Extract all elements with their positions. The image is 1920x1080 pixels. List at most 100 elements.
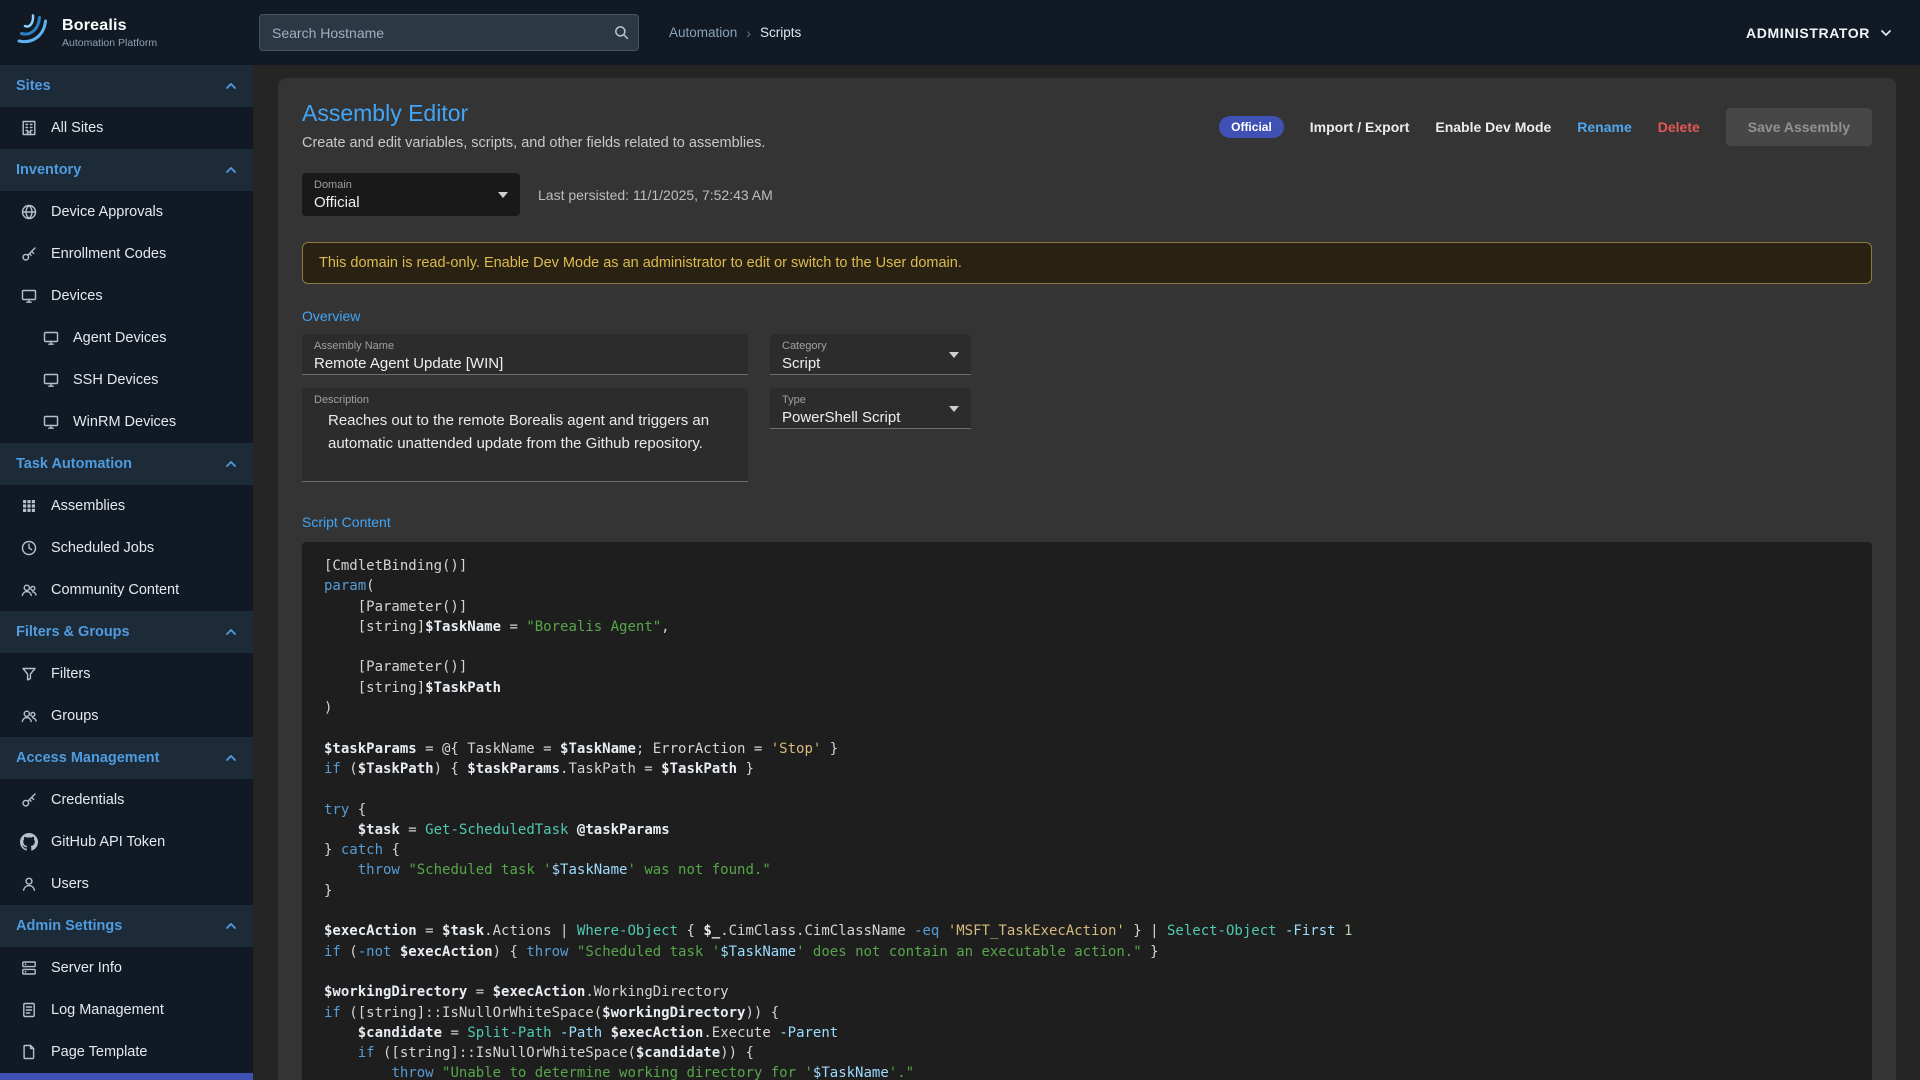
category-select[interactable]: Category Script	[770, 334, 971, 375]
monitor-icon	[42, 413, 60, 431]
domain-row: Domain Official Last persisted: 11/1/202…	[302, 173, 1872, 216]
card-header: Assembly Editor Create and edit variable…	[302, 100, 1872, 151]
code-line: )	[324, 698, 1850, 718]
delete-button[interactable]: Delete	[1658, 119, 1700, 135]
chevron-up-icon	[223, 78, 239, 94]
type-label: Type	[782, 394, 959, 406]
dropdown-caret-icon	[949, 406, 959, 412]
brand-subtitle: Automation Platform	[62, 37, 157, 49]
sidebar-nav: Sites All Sites InventoryDevice Approvals E…	[0, 65, 253, 1073]
breadcrumb-item-automation[interactable]: Automation	[669, 25, 737, 40]
sidebar-item-label: Enrollment Codes	[51, 246, 166, 262]
code-line	[324, 901, 1850, 921]
sidebar-item-label: All Sites	[51, 120, 103, 136]
github-icon	[20, 833, 38, 851]
sidebar-section-admin-settings[interactable]: Admin Settings	[0, 905, 253, 947]
dropdown-caret-icon	[949, 352, 959, 358]
code-line: $execAction = $task.Actions | Where-Obje…	[324, 921, 1850, 941]
sidebar-section-task-automation[interactable]: Task Automation	[0, 443, 253, 485]
code-line: }	[324, 881, 1850, 901]
code-line: if (-not $execAction) { throw "Scheduled…	[324, 942, 1850, 962]
script-editor[interactable]: [CmdletBinding()]param( [Parameter()] [s…	[302, 542, 1872, 1080]
sidebar-section-sites[interactable]: Sites	[0, 65, 253, 107]
breadcrumb-item-scripts[interactable]: Scripts	[760, 25, 801, 40]
assembly-name-label: Assembly Name	[314, 340, 736, 352]
chevron-up-icon	[223, 162, 239, 178]
sidebar-item-assemblies[interactable]: Assemblies	[0, 485, 253, 527]
sidebar-item-log-management[interactable]: Log Management	[0, 989, 253, 1031]
people-icon	[20, 707, 38, 725]
code-line: $taskParams = @{ TaskName = $TaskName; E…	[324, 739, 1850, 759]
code-line: throw "Unable to determine working direc…	[324, 1063, 1850, 1080]
sidebar-item-label: Credentials	[51, 792, 124, 808]
warning-text: This domain is read-only. Enable Dev Mod…	[319, 255, 962, 271]
sidebar-bottom-accent	[0, 1073, 253, 1080]
sidebar-item-label: SSH Devices	[73, 372, 158, 388]
import-export-button[interactable]: Import / Export	[1310, 119, 1410, 135]
sidebar-item-label: Server Info	[51, 960, 122, 976]
page-icon	[20, 1043, 38, 1061]
sidebar-section-access-management[interactable]: Access Management	[0, 737, 253, 779]
main-content: Assembly Editor Create and edit variable…	[253, 65, 1920, 1080]
description-field[interactable]: Description Reaches out to the remote Bo…	[302, 388, 748, 482]
code-line: throw "Scheduled task '$TaskName' was no…	[324, 860, 1850, 880]
description-value: Reaches out to the remote Borealis agent…	[328, 410, 724, 455]
sidebar-item-community-content[interactable]: Community Content	[0, 569, 253, 611]
dropdown-caret-icon	[498, 192, 508, 198]
domain-value: Official	[314, 194, 508, 211]
script-content-label: Script Content	[302, 514, 1872, 530]
type-select[interactable]: Type PowerShell Script	[770, 388, 971, 429]
chevron-down-icon	[1878, 25, 1894, 41]
grid-icon	[20, 497, 38, 515]
sidebar-item-label: WinRM Devices	[73, 414, 176, 430]
sidebar-item-scheduled-jobs[interactable]: Scheduled Jobs	[0, 527, 253, 569]
rename-button[interactable]: Rename	[1577, 119, 1631, 135]
sidebar-item-devices[interactable]: Devices	[0, 275, 253, 317]
sidebar-item-page-template[interactable]: Page Template	[0, 1031, 253, 1073]
code-line: $candidate = Split-Path -Path $execActio…	[324, 1023, 1850, 1043]
sidebar-item-device-approvals[interactable]: Device Approvals	[0, 191, 253, 233]
sidebar-section-inventory[interactable]: Inventory	[0, 149, 253, 191]
sidebar-section-filters-groups[interactable]: Filters & Groups	[0, 611, 253, 653]
sidebar-item-credentials[interactable]: Credentials	[0, 779, 253, 821]
sidebar-item-all-sites[interactable]: All Sites	[0, 107, 253, 149]
sidebar-item-users[interactable]: Users	[0, 863, 253, 905]
sidebar-item-server-info[interactable]: Server Info	[0, 947, 253, 989]
code-line: } catch {	[324, 840, 1850, 860]
code-line: [Parameter()]	[324, 597, 1850, 617]
sidebar-item-enrollment-codes[interactable]: Enrollment Codes	[0, 233, 253, 275]
page: Borealis Automation Platform Automation …	[0, 0, 1920, 1080]
sidebar-item-label: Community Content	[51, 582, 179, 598]
brand-name: Borealis	[62, 17, 157, 35]
category-label: Category	[782, 340, 959, 352]
domain-select[interactable]: Domain Official	[302, 173, 520, 216]
building-icon	[20, 119, 38, 137]
sidebar-item-filters[interactable]: Filters	[0, 653, 253, 695]
chevron-up-icon	[223, 918, 239, 934]
brand[interactable]: Borealis Automation Platform	[0, 10, 253, 55]
sidebar-item-agent-devices[interactable]: Agent Devices	[0, 317, 253, 359]
sidebar-item-ssh-devices[interactable]: SSH Devices	[0, 359, 253, 401]
sidebar-section-label: Admin Settings	[16, 918, 122, 934]
search-input[interactable]	[259, 14, 639, 51]
sidebar-item-github-api-token[interactable]: GitHub API Token	[0, 821, 253, 863]
code-line: $task = Get-ScheduledTask @taskParams	[324, 820, 1850, 840]
sidebar-section-label: Sites	[16, 78, 51, 94]
breadcrumb: Automation › Scripts	[669, 25, 801, 41]
description-label: Description	[314, 394, 736, 406]
code-line	[324, 779, 1850, 799]
header-actions: Official Import / Export Enable Dev Mode…	[1219, 108, 1872, 146]
assembly-editor-card: Assembly Editor Create and edit variable…	[278, 78, 1896, 1080]
chevron-up-icon	[223, 456, 239, 472]
sidebar-item-winrm-devices[interactable]: WinRM Devices	[0, 401, 253, 443]
sidebar-item-label: Users	[51, 876, 89, 892]
overview-section-label: Overview	[302, 308, 1872, 324]
enable-dev-mode-button[interactable]: Enable Dev Mode	[1435, 119, 1551, 135]
code-content: [CmdletBinding()]param( [Parameter()] [s…	[324, 556, 1850, 1080]
user-menu-button[interactable]: ADMINISTRATOR	[1746, 25, 1894, 41]
monitor-icon	[42, 371, 60, 389]
person-icon	[20, 875, 38, 893]
assembly-name-field[interactable]: Assembly Name Remote Agent Update [WIN]	[302, 334, 748, 375]
sidebar-item-groups[interactable]: Groups	[0, 695, 253, 737]
save-assembly-button[interactable]: Save Assembly	[1726, 108, 1872, 146]
